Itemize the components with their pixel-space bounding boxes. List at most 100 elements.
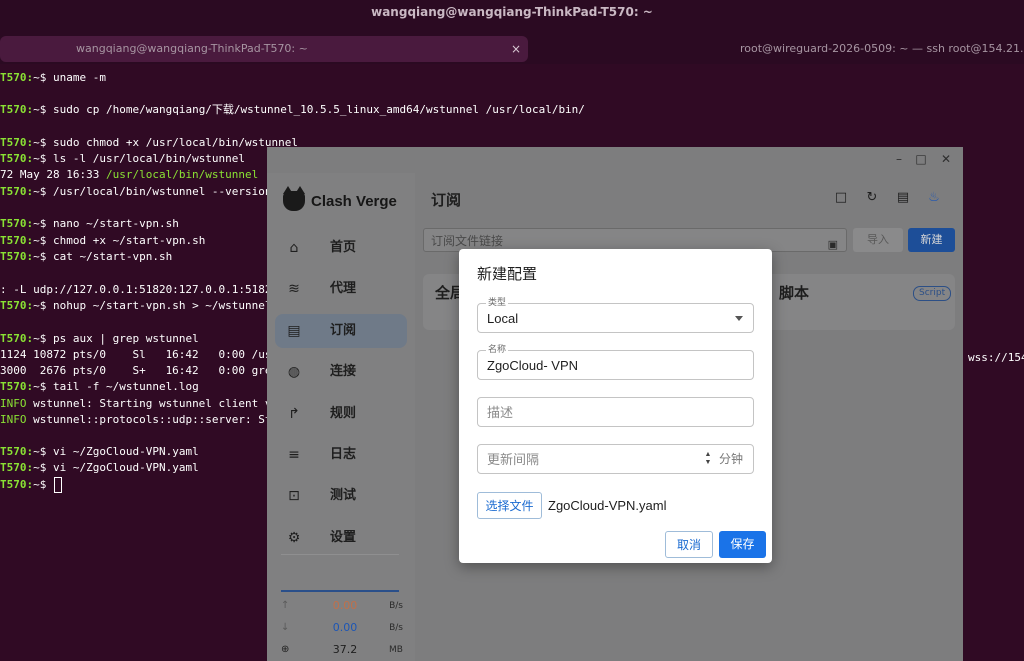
terminal-line: INFO wstunnel: Starting wstunnel client … [0, 397, 305, 410]
terminal-line: T570:~$ chmod +x ~/start-vpn.sh [0, 234, 206, 247]
prompt: T570: [0, 332, 34, 345]
type-select[interactable]: 类型 Local [477, 297, 754, 333]
cancel-button[interactable]: 取消 [665, 531, 713, 558]
memory-icon: ⊕ [281, 644, 290, 655]
home-icon: ⌂ [289, 240, 299, 256]
sidebar-item[interactable]: ◍ 连接 [275, 355, 407, 389]
prompt: T570: [0, 250, 34, 263]
terminal-tab-local[interactable]: wangqiang@wangqiang-ThinkPad-T570: ~ × [0, 36, 528, 62]
upload-speed: ↑ 0.00 B/s [281, 599, 403, 612]
refresh-icon[interactable]: ↻ [864, 190, 880, 206]
stop-square-icon[interactable]: □ [833, 190, 849, 206]
terminal-line: T570:~$ vi ~/ZgoCloud-VPN.yaml [0, 461, 199, 474]
app-name: Clash Verge [311, 192, 397, 210]
prompt: T570: [0, 234, 34, 247]
terminal-tab-ssh[interactable]: root@wireguard-2026-0509: ~ — ssh root@1… [740, 36, 1024, 62]
terminal-line: T570:~$ sudo cp /home/wangqiang/下载/wstun… [0, 103, 585, 116]
prompt: T570: [0, 103, 34, 116]
terminal-line: T570:~$ nohup ~/start-vpn.sh > ~/wstunne… [0, 299, 299, 312]
sidebar-item[interactable]: ⚙ 设置 [275, 521, 407, 555]
terminal-line: T570:~$ uname -m [0, 71, 106, 84]
description-placeholder: 描述 [487, 405, 514, 420]
prompt: T570: [0, 461, 34, 474]
prompt: T570: [0, 380, 34, 393]
number-stepper-icon[interactable]: ▲ ▼ [704, 451, 712, 467]
selected-file-name: ZgoCloud-VPN.yaml [548, 498, 667, 513]
tab-label: wangqiang@wangqiang-ThinkPad-T570: ~ [76, 42, 308, 55]
terminal-line: T570:~$ tail -f ~/wstunnel.log [0, 380, 199, 393]
close-icon[interactable]: × [511, 36, 521, 62]
save-button[interactable]: 保存 [719, 531, 766, 558]
terminal-line: 72 May 28 16:33 /usr/local/bin/wstunnel [0, 168, 259, 181]
sidebar-item[interactable]: ≡ 日志 [275, 438, 407, 472]
memory-usage: ⊕ 37.2 MB [281, 643, 403, 656]
globe-icon: ◍ [287, 364, 301, 381]
sidebar-item-label: 测试 [330, 488, 357, 504]
prompt: T570: [0, 152, 34, 165]
script-badge: Script [913, 286, 952, 301]
card-title-script: 脚本 [779, 284, 810, 302]
arrow-up-icon: ↑ [281, 600, 290, 611]
terminal-overflow-text: wss://154 [968, 351, 1024, 364]
terminal-line: T570:~$ vi ~/ZgoCloud-VPN.yaml [0, 445, 199, 458]
prompt: T570: [0, 445, 34, 458]
dropdown-caret-icon [735, 316, 743, 321]
sidebar-item-label: 代理 [330, 281, 357, 297]
dialog-title: 新建配置 [477, 266, 538, 283]
document-icon[interactable]: ▤ [895, 190, 911, 206]
update-interval-field[interactable]: 更新间隔 ▲ ▼ 分钟 [477, 444, 754, 474]
page-title: 订阅 [431, 191, 462, 209]
sidebar-item[interactable]: ↱ 规则 [275, 397, 407, 431]
terminal-line: T570:~$ /usr/local/bin/wstunnel --versio… [0, 185, 272, 198]
name-field[interactable]: 名称 ZgoCloud- VPN [477, 344, 754, 380]
maximize-icon[interactable]: □ [913, 151, 929, 167]
choose-file-button[interactable]: 选择文件 [477, 492, 542, 519]
sidebar-item[interactable]: ⌂ 首页 [275, 231, 407, 265]
terminal-line: T570:~$ cat ~/start-vpn.sh [0, 250, 173, 263]
sidebar-item-label: 订阅 [330, 322, 357, 338]
sidebar-item-label: 连接 [330, 364, 357, 380]
prompt: T570: [0, 71, 34, 84]
tab-label: root@wireguard-2026-0509: ~ — ssh root@1… [740, 42, 1024, 55]
import-button[interactable]: 导入 [853, 228, 903, 252]
new-button[interactable]: 新建 [908, 228, 955, 252]
prompt: T570: [0, 299, 34, 312]
sidebar: Clash Verge ↑ 0.00 B/s ↓ 0.00 B/s ⊕ 37.2… [267, 173, 415, 661]
storage-icon: ▤ [287, 322, 301, 339]
sidebar-item[interactable]: ≋ 代理 [275, 272, 407, 306]
sidebar-item[interactable]: ⊡ 测试 [275, 479, 407, 513]
terminal-line: T570:~$ ls -l /usr/local/bin/wstunnel [0, 152, 246, 165]
terminal-line: T570:~$ [0, 477, 62, 493]
download-speed: ↓ 0.00 B/s [281, 621, 403, 634]
lock-icon: ⊡ [288, 488, 300, 505]
terminal-line: : -L udp://127.0.0.1:51820:127.0.0.1:518… [0, 283, 305, 296]
arrow-down-icon: ↓ [281, 622, 290, 633]
window-title: wangqiang@wangqiang-ThinkPad-T570: ~ [371, 5, 653, 19]
close-icon[interactable]: ✕ [938, 151, 954, 167]
terminal-line: T570:~$ ps aux | grep wstunnel [0, 332, 199, 345]
clipboard-icon[interactable]: ▣ [828, 233, 838, 257]
prompt: T570: [0, 185, 34, 198]
new-profile-dialog: 新建配置 类型 Local 名称 ZgoCloud- VPN 描述 更新间隔 ▲… [459, 249, 772, 563]
prompt: T570: [0, 136, 34, 149]
terminal-cursor [54, 477, 62, 493]
interval-unit: 分钟 [718, 452, 743, 466]
gear-icon: ⚙ [287, 529, 301, 546]
terminal-title-bar: wangqiang@wangqiang-ThinkPad-T570: ~ [0, 0, 1024, 26]
terminal-line: INFO wstunnel::protocols::udp::server: S… [0, 413, 305, 426]
sidebar-item-label: 设置 [330, 529, 357, 545]
description-field[interactable]: 描述 [477, 397, 754, 427]
prompt: T570: [0, 478, 34, 491]
app-logo: Clash Verge [283, 186, 397, 215]
cat-logo-icon [283, 186, 305, 211]
minimize-icon[interactable]: – [891, 151, 907, 167]
wifi-icon: ≋ [288, 281, 300, 298]
type-value: Local [487, 311, 519, 326]
sidebar-item-label: 规则 [330, 405, 357, 421]
terminal-tab-bar: wangqiang@wangqiang-ThinkPad-T570: ~ × r… [0, 26, 1024, 64]
prompt: T570: [0, 217, 34, 230]
window-title-bar: – □ ✕ [267, 147, 963, 173]
sidebar-item[interactable]: ▤ 订阅 [275, 313, 407, 348]
flame-icon[interactable]: ♨ [926, 190, 942, 206]
list-icon: ≡ [288, 447, 300, 463]
